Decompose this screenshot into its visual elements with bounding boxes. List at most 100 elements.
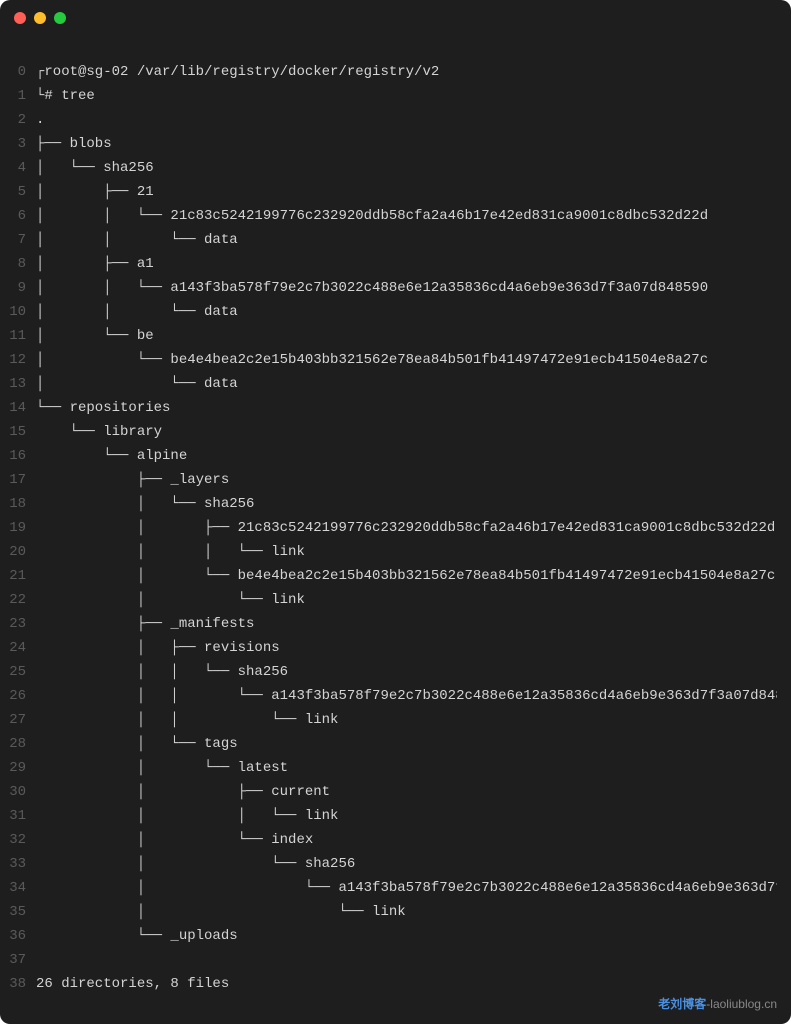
terminal-line: 28 │ └── tags xyxy=(0,732,777,756)
terminal-line: 22 │ └── link xyxy=(0,588,777,612)
line-number: 19 xyxy=(0,516,36,540)
line-text: │ ├── 21 xyxy=(36,180,777,204)
line-number: 14 xyxy=(0,396,36,420)
line-text: ├── _layers xyxy=(36,468,777,492)
terminal-line: 14└── repositories xyxy=(0,396,777,420)
line-text: │ │ └── link xyxy=(36,540,777,564)
line-number: 15 xyxy=(0,420,36,444)
line-number: 10 xyxy=(0,300,36,324)
terminal-line: 8│ ├── a1 xyxy=(0,252,777,276)
line-text: │ ├── revisions xyxy=(36,636,777,660)
terminal-line: 27 │ │ └── link xyxy=(0,708,777,732)
line-text: └── library xyxy=(36,420,777,444)
line-text: │ └── index xyxy=(36,828,777,852)
line-text: ├── blobs xyxy=(36,132,777,156)
line-number: 13 xyxy=(0,372,36,396)
line-number: 0 xyxy=(0,60,36,84)
line-number: 33 xyxy=(0,852,36,876)
terminal-line: 15 └── library xyxy=(0,420,777,444)
line-number: 17 xyxy=(0,468,36,492)
terminal-line: 34 │ └── a143f3ba578f79e2c7b3022c488e6e1… xyxy=(0,876,777,900)
line-text: │ └── latest xyxy=(36,756,777,780)
line-number: 31 xyxy=(0,804,36,828)
terminal-line: 23 ├── _manifests xyxy=(0,612,777,636)
line-number: 22 xyxy=(0,588,36,612)
maximize-icon[interactable] xyxy=(54,12,66,24)
line-number: 5 xyxy=(0,180,36,204)
line-text: │ └── sha256 xyxy=(36,852,777,876)
terminal-line: 17 ├── _layers xyxy=(0,468,777,492)
terminal-line: 16 └── alpine xyxy=(0,444,777,468)
terminal-line: 31 │ │ └── link xyxy=(0,804,777,828)
line-number: 11 xyxy=(0,324,36,348)
line-number: 35 xyxy=(0,900,36,924)
line-text: │ │ └── data xyxy=(36,228,777,252)
line-number: 32 xyxy=(0,828,36,852)
terminal-line: 10│ │ └── data xyxy=(0,300,777,324)
line-number: 6 xyxy=(0,204,36,228)
line-text: └── _uploads xyxy=(36,924,777,948)
terminal-line: 36 └── _uploads xyxy=(0,924,777,948)
line-text: │ └── sha256 xyxy=(36,492,777,516)
terminal-line: 9│ │ └── a143f3ba578f79e2c7b3022c488e6e1… xyxy=(0,276,777,300)
line-text: │ │ └── a143f3ba578f79e2c7b3022c488e6e12… xyxy=(36,276,777,300)
line-text: └# tree xyxy=(36,84,777,108)
minimize-icon[interactable] xyxy=(34,12,46,24)
line-number: 20 xyxy=(0,540,36,564)
line-text: │ └── be4e4bea2c2e15b403bb321562e78ea84b… xyxy=(36,348,777,372)
line-text: │ └── data xyxy=(36,372,777,396)
terminal-line: 32 │ └── index xyxy=(0,828,777,852)
line-text: │ ├── 21c83c5242199776c232920ddb58cfa2a4… xyxy=(36,516,777,540)
terminal-line: 11│ └── be xyxy=(0,324,777,348)
line-number: 16 xyxy=(0,444,36,468)
line-number: 23 xyxy=(0,612,36,636)
line-text: │ │ └── link xyxy=(36,804,777,828)
line-text: │ ├── a1 xyxy=(36,252,777,276)
titlebar xyxy=(0,0,791,36)
terminal-content[interactable]: 0┌root@sg-02 /var/lib/registry/docker/re… xyxy=(0,36,791,1010)
watermark: 老刘博客-laoliublog.cn xyxy=(658,992,777,1016)
terminal-line: 26 │ │ └── a143f3ba578f79e2c7b3022c488e6… xyxy=(0,684,777,708)
close-icon[interactable] xyxy=(14,12,26,24)
terminal-line: 29 │ └── latest xyxy=(0,756,777,780)
terminal-line: 18 │ └── sha256 xyxy=(0,492,777,516)
line-text: │ │ └── sha256 xyxy=(36,660,777,684)
line-text: . xyxy=(36,108,777,132)
terminal-line: 6│ │ └── 21c83c5242199776c232920ddb58cfa… xyxy=(0,204,777,228)
line-text: ├── _manifests xyxy=(36,612,777,636)
line-text: └── repositories xyxy=(36,396,777,420)
terminal-line: 25 │ │ └── sha256 xyxy=(0,660,777,684)
line-number: 27 xyxy=(0,708,36,732)
line-text: │ └── a143f3ba578f79e2c7b3022c488e6e12a3… xyxy=(36,876,777,900)
terminal-line: 4│ └── sha256 xyxy=(0,156,777,180)
line-text: │ └── link xyxy=(36,900,777,924)
line-text: │ └── tags xyxy=(36,732,777,756)
line-number: 25 xyxy=(0,660,36,684)
watermark-en: -laoliublog.cn xyxy=(706,997,777,1011)
terminal-line: 19 │ ├── 21c83c5242199776c232920ddb58cfa… xyxy=(0,516,777,540)
terminal-line: 37 xyxy=(0,948,777,972)
line-number: 29 xyxy=(0,756,36,780)
terminal-line: 13│ └── data xyxy=(0,372,777,396)
line-number: 3 xyxy=(0,132,36,156)
terminal-line: 20 │ │ └── link xyxy=(0,540,777,564)
watermark-cn: 老刘博客 xyxy=(658,997,706,1011)
line-number: 1 xyxy=(0,84,36,108)
line-number: 28 xyxy=(0,732,36,756)
line-number: 7 xyxy=(0,228,36,252)
line-text xyxy=(36,948,777,972)
line-number: 4 xyxy=(0,156,36,180)
terminal-line: 0┌root@sg-02 /var/lib/registry/docker/re… xyxy=(0,60,777,84)
line-number: 37 xyxy=(0,948,36,972)
line-text: └── alpine xyxy=(36,444,777,468)
terminal-line: 7│ │ └── data xyxy=(0,228,777,252)
terminal-line: 2. xyxy=(0,108,777,132)
terminal-line: 30 │ ├── current xyxy=(0,780,777,804)
line-text: │ └── be xyxy=(36,324,777,348)
line-text: │ ├── current xyxy=(36,780,777,804)
line-number: 34 xyxy=(0,876,36,900)
terminal-window: 0┌root@sg-02 /var/lib/registry/docker/re… xyxy=(0,0,791,1024)
terminal-line: 3├── blobs xyxy=(0,132,777,156)
terminal-line: 12│ └── be4e4bea2c2e15b403bb321562e78ea8… xyxy=(0,348,777,372)
terminal-line: 24 │ ├── revisions xyxy=(0,636,777,660)
